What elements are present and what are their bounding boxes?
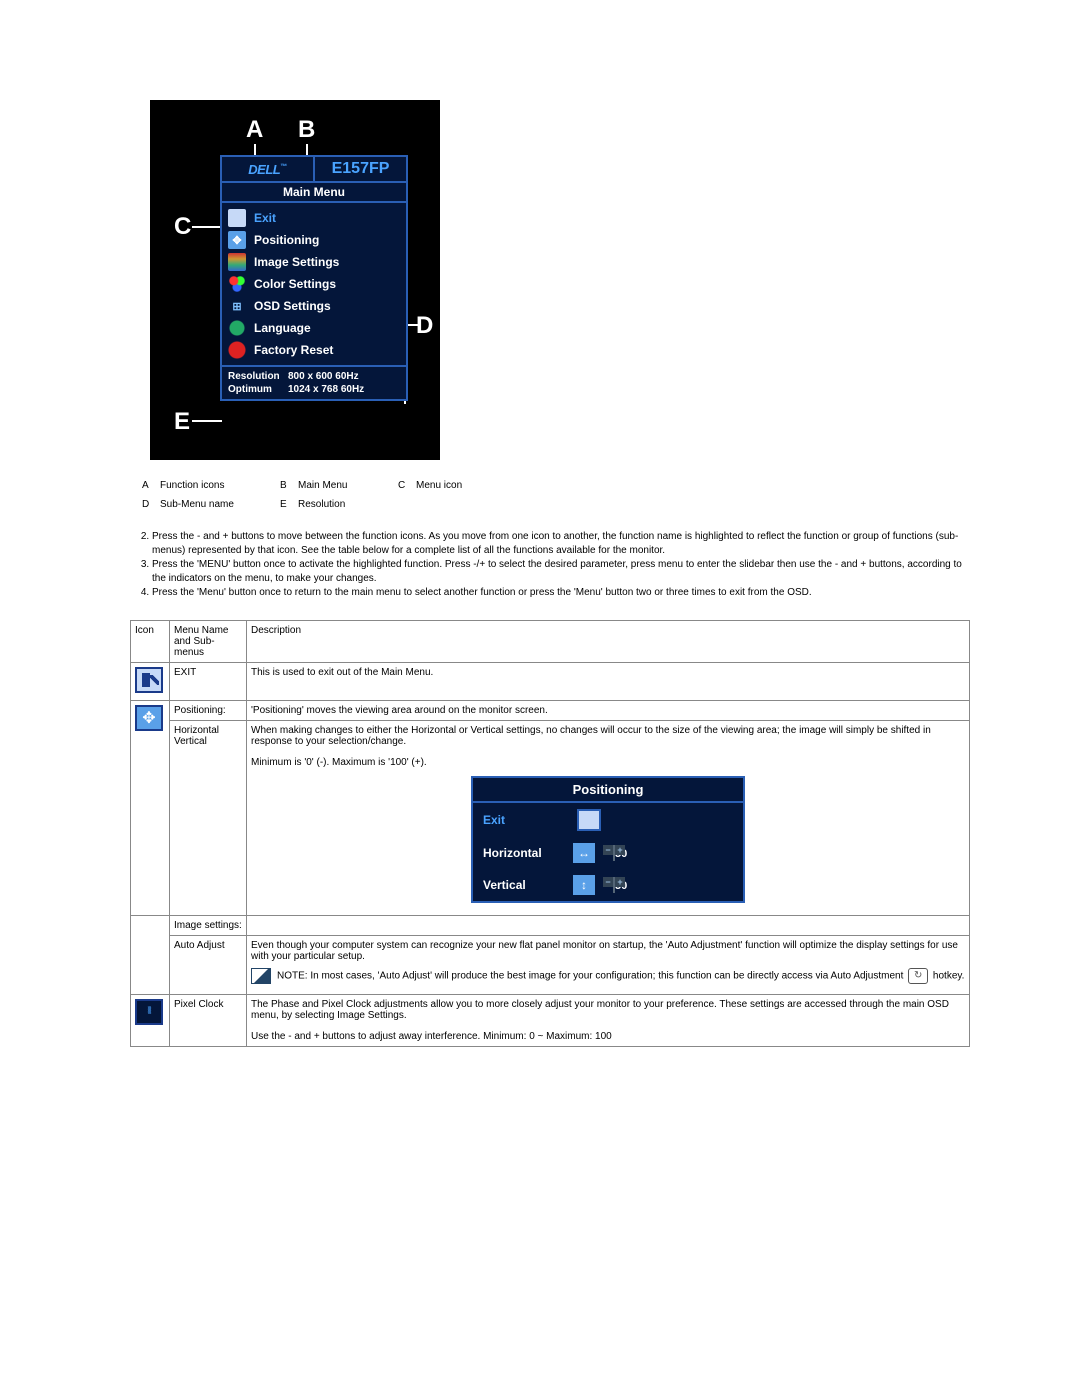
optimum-label: Optimum	[228, 384, 288, 395]
vertical-arrows-icon: ↕	[573, 875, 595, 895]
auto-adjust-hotkey-icon	[908, 968, 928, 984]
note-icon	[251, 968, 271, 984]
instructions-list: Press the - and + buttons to move betwee…	[130, 530, 970, 600]
table-row-image-settings: Image settings:	[131, 915, 970, 935]
dell-logo: DELL™	[222, 162, 313, 177]
table-row-positioning: Positioning: 'Positioning' moves the vie…	[131, 700, 970, 720]
osd-main-menu: A B C D E DELL™ E157FP Main Menu Exit ✥ …	[150, 100, 440, 460]
pixel-clock-desc2: Use the - and + buttons to adjust away i…	[251, 1031, 965, 1042]
instruction-3: Press the 'MENU' button once to activate…	[152, 558, 970, 585]
language-icon	[228, 319, 246, 337]
exit-name: EXIT	[170, 662, 247, 700]
positioning-osd: Positioning Exit Horizontal ↔ −+ 50 Vert…	[471, 776, 745, 903]
positioning-sub-name: Horizontal Vertical	[170, 720, 247, 915]
def-A: Function icons	[160, 480, 280, 491]
osd-menu-list: Exit ✥ Positioning Image Settings Color …	[222, 203, 406, 365]
positioning-icon	[135, 705, 163, 731]
callout-B: B	[298, 116, 315, 144]
instruction-4: Press the 'Menu' button once to return t…	[152, 586, 970, 600]
exit-icon	[135, 667, 163, 693]
def-B: Main Menu	[298, 480, 398, 491]
callout-C: C	[174, 213, 191, 241]
osd-item-exit[interactable]: Exit	[222, 207, 406, 229]
positioning-icon: ✥	[228, 231, 246, 249]
monitor-model: E157FP	[313, 157, 406, 181]
table-row-exit: EXIT This is used to exit out of the Mai…	[131, 662, 970, 700]
auto-adjust-desc: Even though your computer system can rec…	[251, 940, 965, 962]
color-settings-icon	[228, 275, 246, 293]
osd-title: Main Menu	[222, 183, 406, 203]
table-row-auto-adjust: Auto Adjust Even though your computer sy…	[131, 935, 970, 994]
factory-reset-icon	[228, 341, 246, 359]
callout-E: E	[174, 408, 190, 436]
vertical-slider[interactable]: −+ 50	[613, 878, 733, 892]
osd-item-color-settings[interactable]: Color Settings	[222, 273, 406, 295]
def-E: Resolution	[298, 499, 398, 510]
col-menu-name: Menu Name and Sub-menus	[170, 620, 247, 662]
callout-D: D	[416, 312, 433, 340]
positioning-minmax: Minimum is '0' (-). Maximum is '100' (+)…	[251, 757, 965, 768]
osd-item-factory-reset[interactable]: Factory Reset	[222, 339, 406, 361]
col-icon: Icon	[131, 620, 170, 662]
callout-A: A	[246, 116, 263, 144]
osd-settings-icon: ⊞	[228, 297, 246, 315]
callout-definitions: AFunction icons BMain Menu CMenu icon DS…	[142, 480, 970, 510]
positioning-name: Positioning:	[170, 700, 247, 720]
positioning-osd-horizontal-row[interactable]: Horizontal ↔ −+ 50	[473, 837, 743, 869]
exit-icon	[577, 809, 601, 831]
osd-item-positioning[interactable]: ✥ Positioning	[222, 229, 406, 251]
positioning-desc: 'Positioning' moves the viewing area aro…	[247, 700, 970, 720]
positioning-osd-vertical-row[interactable]: Vertical ↕ −+ 50	[473, 869, 743, 901]
osd-header: DELL™ E157FP	[222, 157, 406, 183]
resolution-label: Resolution	[228, 371, 288, 382]
auto-adjust-label: Auto Adjust	[170, 935, 247, 994]
image-settings-name: Image settings:	[170, 915, 247, 935]
osd-item-osd-settings[interactable]: ⊞ OSD Settings	[222, 295, 406, 317]
exit-desc: This is used to exit out of the Main Men…	[247, 662, 970, 700]
table-row-pixel-clock: Pixel Clock The Phase and Pixel Clock ad…	[131, 994, 970, 1046]
osd-resolution-footer: Resolution 800 x 600 60Hz Optimum 1024 x…	[222, 365, 406, 399]
table-row-positioning-sub: Horizontal Vertical When making changes …	[131, 720, 970, 915]
osd-item-image-settings[interactable]: Image Settings	[222, 251, 406, 273]
pixel-clock-label: Pixel Clock	[170, 994, 247, 1046]
positioning-osd-exit-row[interactable]: Exit	[473, 803, 743, 837]
optimum-value: 1024 x 768 60Hz	[288, 384, 400, 395]
instruction-2: Press the - and + buttons to move betwee…	[152, 530, 970, 557]
menu-functions-table: Icon Menu Name and Sub-menus Description…	[130, 620, 970, 1047]
auto-adjust-note: NOTE: In most cases, 'Auto Adjust' will …	[251, 968, 965, 984]
image-settings-icon	[228, 253, 246, 271]
pixel-clock-icon	[135, 999, 163, 1025]
osd-item-language[interactable]: Language	[222, 317, 406, 339]
horizontal-slider[interactable]: −+ 50	[613, 846, 733, 860]
col-description: Description	[247, 620, 970, 662]
positioning-osd-title: Positioning	[473, 778, 743, 803]
def-D: Sub-Menu name	[160, 499, 280, 510]
pixel-clock-desc: The Phase and Pixel Clock adjustments al…	[251, 999, 965, 1021]
resolution-value: 800 x 600 60Hz	[288, 371, 400, 382]
horizontal-arrows-icon: ↔	[573, 843, 595, 863]
positioning-sub-desc: When making changes to either the Horizo…	[251, 725, 965, 747]
def-C: Menu icon	[416, 480, 516, 491]
exit-icon	[228, 209, 246, 227]
